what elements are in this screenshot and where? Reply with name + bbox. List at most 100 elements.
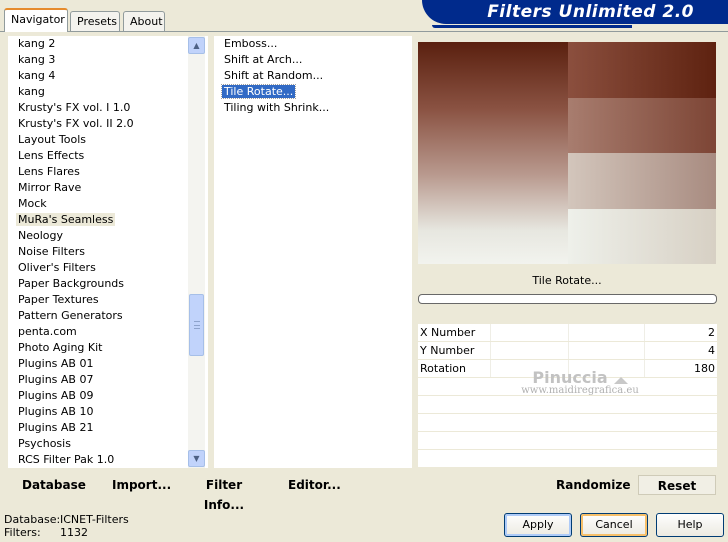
filter-info-button[interactable]: Filter Info... — [190, 475, 258, 512]
scroll-thumb[interactable] — [189, 294, 204, 356]
preview-original — [418, 42, 568, 264]
category-item-label: penta.com — [18, 325, 77, 338]
editor-button[interactable]: Editor... — [288, 475, 341, 495]
category-item[interactable]: Paper Backgrounds — [8, 276, 208, 292]
category-item-label: Paper Backgrounds — [18, 277, 125, 290]
category-item[interactable]: Mirror Rave — [8, 180, 208, 196]
database-button[interactable]: Database — [22, 475, 86, 495]
parameter-label: Rotation — [420, 362, 467, 375]
apply-button[interactable]: Apply — [504, 513, 572, 537]
category-item[interactable]: Krusty's FX vol. II 2.0 — [8, 116, 208, 132]
category-item[interactable]: Plugins AB 07 — [8, 372, 208, 388]
category-item[interactable]: Psychosis — [8, 436, 208, 452]
category-item[interactable]: Plugins AB 21 — [8, 420, 208, 436]
preview-tile — [568, 153, 716, 209]
current-filter-name: Tile Rotate... — [532, 274, 602, 287]
scroll-down-button[interactable]: ▼ — [188, 450, 205, 467]
category-item-label: Lens Effects — [18, 149, 85, 162]
category-item[interactable]: Oliver's Filters — [8, 260, 208, 276]
tab-presets[interactable]: Presets — [70, 11, 120, 31]
category-item[interactable]: Krusty's FX vol. I 1.0 — [8, 100, 208, 116]
category-item[interactable]: Pattern Generators — [8, 308, 208, 324]
category-item-label: RCS Filter Pak 1.0 — [18, 453, 115, 466]
database-label: Database: — [4, 513, 61, 526]
tab-navigator[interactable]: Navigator — [4, 8, 68, 32]
category-item-label: Noise Filters — [18, 245, 85, 258]
category-item[interactable]: Noise Filters — [8, 244, 208, 260]
chevron-down-icon: ▼ — [193, 454, 200, 463]
category-item-label: Pattern Generators — [18, 309, 123, 322]
category-item[interactable]: penta.com — [8, 324, 208, 340]
category-item[interactable]: MuRa's Seamless — [8, 212, 208, 228]
category-item-label: kang — [18, 85, 45, 98]
parameter-label: X Number — [420, 326, 476, 339]
category-item-label: kang 4 — [18, 69, 56, 82]
category-item-label: Mock — [18, 197, 47, 210]
randomize-button[interactable]: Randomize — [556, 475, 630, 495]
category-item[interactable]: Neology — [8, 228, 208, 244]
effect-item[interactable]: Shift at Arch... — [214, 52, 412, 68]
category-item[interactable]: RCS Filter Pak 1.0 — [8, 452, 208, 468]
category-scrollbar[interactable]: ▲ ▼ — [188, 36, 205, 468]
category-item-label: MuRa's Seamless — [16, 213, 116, 226]
parameter-row-empty — [418, 450, 717, 468]
database-value: ICNET-Filters — [60, 513, 129, 526]
parameter-row-empty — [418, 396, 717, 414]
category-item[interactable]: Plugins AB 01 — [8, 356, 208, 372]
parameter-row[interactable]: X Number 2 — [418, 324, 717, 342]
effect-list[interactable]: Emboss... Shift at Arch... Shift at Random… — [214, 36, 412, 468]
category-item-label: Krusty's FX vol. I 1.0 — [18, 101, 131, 114]
category-item-label: Photo Aging Kit — [18, 341, 103, 354]
effect-item[interactable]: Tile Rotate... — [214, 84, 412, 100]
tab-about[interactable]: About — [123, 11, 165, 31]
effect-item[interactable]: Tiling with Shrink... — [214, 100, 412, 116]
category-item-label: kang 3 — [18, 53, 56, 66]
effect-item[interactable]: Shift at Random... — [214, 68, 412, 84]
category-item[interactable]: kang 4 — [8, 68, 208, 84]
category-item-label: Plugins AB 01 — [18, 357, 94, 370]
category-item[interactable]: Mock — [8, 196, 208, 212]
category-item[interactable]: Lens Effects — [8, 148, 208, 164]
category-item-label: Krusty's FX vol. II 2.0 — [18, 117, 134, 130]
parameter-row[interactable]: Y Number 4 — [418, 342, 717, 360]
parameter-row-empty — [418, 414, 717, 432]
filter-preview — [418, 42, 716, 264]
category-item[interactable]: Lens Flares — [8, 164, 208, 180]
category-item[interactable]: Plugins AB 10 — [8, 404, 208, 420]
cancel-button[interactable]: Cancel — [580, 513, 648, 537]
category-item[interactable]: Paper Textures — [8, 292, 208, 308]
category-item[interactable]: kang 2 — [8, 36, 208, 52]
filters-value: 1132 — [60, 526, 88, 539]
status-area: Database: ICNET-Filters Filters: 1132 — [4, 513, 129, 539]
category-item-label: Plugins AB 07 — [18, 373, 94, 386]
filters-unlimited-window: { "app": { "title": "Filters Unlimited 2… — [0, 0, 728, 542]
parameter-label: Y Number — [420, 344, 475, 357]
effect-item-label: Shift at Random... — [224, 69, 324, 82]
grip-icon — [193, 321, 200, 329]
category-item[interactable]: Plugins AB 09 — [8, 388, 208, 404]
category-list[interactable]: kang 2 kang 3 kang 4 kang Krusty's FX vol. I… — [8, 36, 208, 468]
parameter-row-empty — [418, 432, 717, 450]
reset-button[interactable]: Reset — [638, 475, 716, 495]
effect-item-label: Tiling with Shrink... — [224, 101, 330, 114]
effect-item[interactable]: Emboss... — [214, 36, 412, 52]
category-item-label: Plugins AB 21 — [18, 421, 94, 434]
parameter-value: 2 — [708, 326, 715, 339]
app-banner: Filters Unlimited 2.0 — [422, 0, 728, 28]
import-button[interactable]: Import... — [112, 475, 171, 495]
parameter-value: 180 — [694, 362, 715, 375]
category-item-label: Oliver's Filters — [18, 261, 96, 274]
category-item-label: Plugins AB 09 — [18, 389, 94, 402]
parameter-row[interactable]: Rotation 180 — [418, 360, 717, 378]
parameter-row-empty — [418, 378, 717, 396]
category-item[interactable]: Layout Tools — [8, 132, 208, 148]
help-button[interactable]: Help — [656, 513, 724, 537]
category-item[interactable]: Photo Aging Kit — [8, 340, 208, 356]
preview-tile — [568, 42, 716, 98]
category-item-label: Lens Flares — [18, 165, 80, 178]
parameter-table: X Number 2 Y Number 4 Rotation 180 — [418, 324, 717, 468]
category-item[interactable]: kang 3 — [8, 52, 208, 68]
scroll-up-button[interactable]: ▲ — [188, 37, 205, 54]
category-item[interactable]: kang — [8, 84, 208, 100]
effect-item-label: Tile Rotate... — [220, 84, 297, 99]
